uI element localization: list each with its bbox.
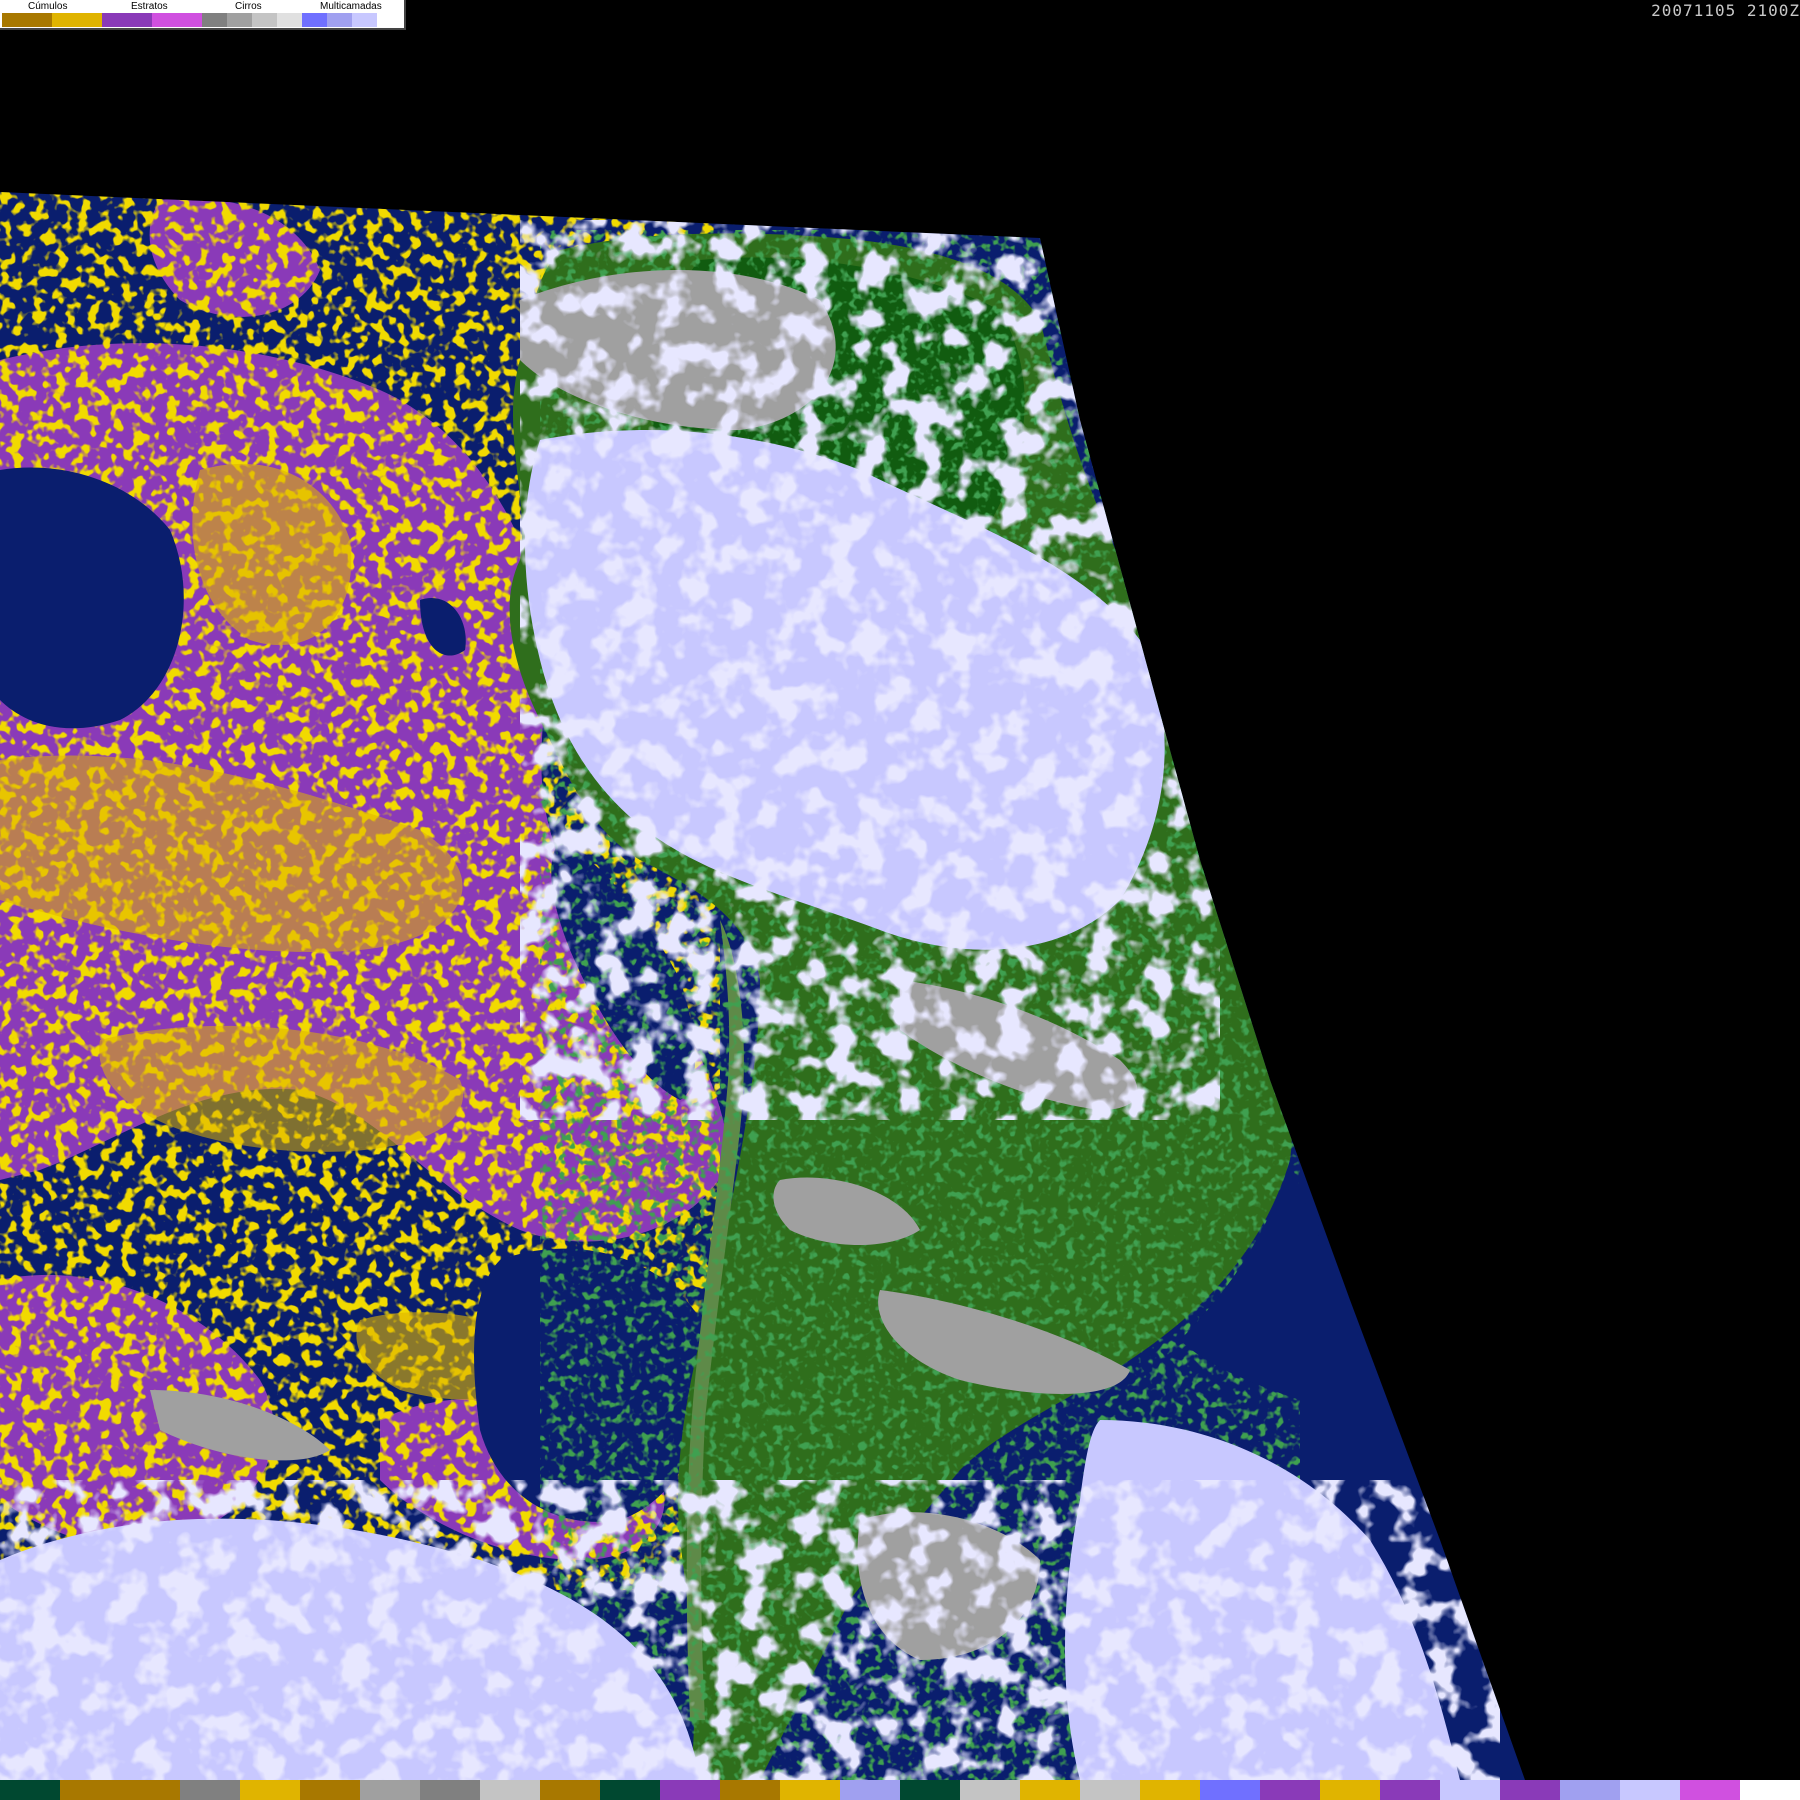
palette-swatch — [0, 1780, 60, 1800]
legend-swatch — [277, 13, 302, 27]
cloud-type-legend: Cúmulos Estratos Cirros Multicamadas — [0, 0, 406, 30]
palette-swatch — [1320, 1780, 1380, 1800]
palette-swatch — [1020, 1780, 1080, 1800]
palette-swatch — [1560, 1780, 1620, 1800]
palette-swatch — [1440, 1780, 1500, 1800]
palette-swatch — [600, 1780, 660, 1800]
legend-swatch — [52, 13, 102, 27]
legend-swatch — [102, 13, 152, 27]
legend-swatch — [252, 13, 277, 27]
palette-swatch — [480, 1780, 540, 1800]
palette-swatch — [1740, 1780, 1800, 1800]
satellite-cloud-map — [0, 192, 1525, 1780]
legend-label-multilayer: Multicamadas — [320, 1, 382, 12]
palette-swatch — [1380, 1780, 1440, 1800]
legend-swatch — [2, 13, 52, 27]
legend-swatch — [152, 13, 202, 27]
legend-label-cumulus: Cúmulos — [28, 1, 68, 12]
palette-swatch — [840, 1780, 900, 1800]
palette-swatch — [60, 1780, 120, 1800]
palette-swatch — [1140, 1780, 1200, 1800]
palette-swatch — [900, 1780, 960, 1800]
legend-swatch — [327, 13, 352, 27]
palette-swatch — [120, 1780, 180, 1800]
palette-swatch — [960, 1780, 1020, 1800]
palette-swatch — [540, 1780, 600, 1800]
palette-swatch — [1500, 1780, 1560, 1800]
palette-swatch — [1200, 1780, 1260, 1800]
legend-swatch — [302, 13, 327, 27]
image-timestamp: 20071105 2100Z — [1651, 1, 1800, 20]
palette-strip — [0, 1780, 1800, 1800]
legend-swatch — [227, 13, 252, 27]
legend-swatch-row — [2, 13, 402, 27]
palette-swatch — [1080, 1780, 1140, 1800]
palette-swatch — [720, 1780, 780, 1800]
palette-swatch — [420, 1780, 480, 1800]
palette-swatch — [1680, 1780, 1740, 1800]
palette-swatch — [180, 1780, 240, 1800]
palette-swatch — [1620, 1780, 1680, 1800]
palette-swatch — [660, 1780, 720, 1800]
legend-swatch — [352, 13, 377, 27]
legend-label-stratus: Estratos — [131, 1, 168, 12]
palette-swatch — [300, 1780, 360, 1800]
legend-swatch — [377, 13, 402, 27]
legend-swatch — [202, 13, 227, 27]
palette-swatch — [780, 1780, 840, 1800]
palette-swatch — [360, 1780, 420, 1800]
legend-label-cirrus: Cirros — [235, 1, 262, 12]
palette-swatch — [240, 1780, 300, 1800]
palette-swatch — [1260, 1780, 1320, 1800]
